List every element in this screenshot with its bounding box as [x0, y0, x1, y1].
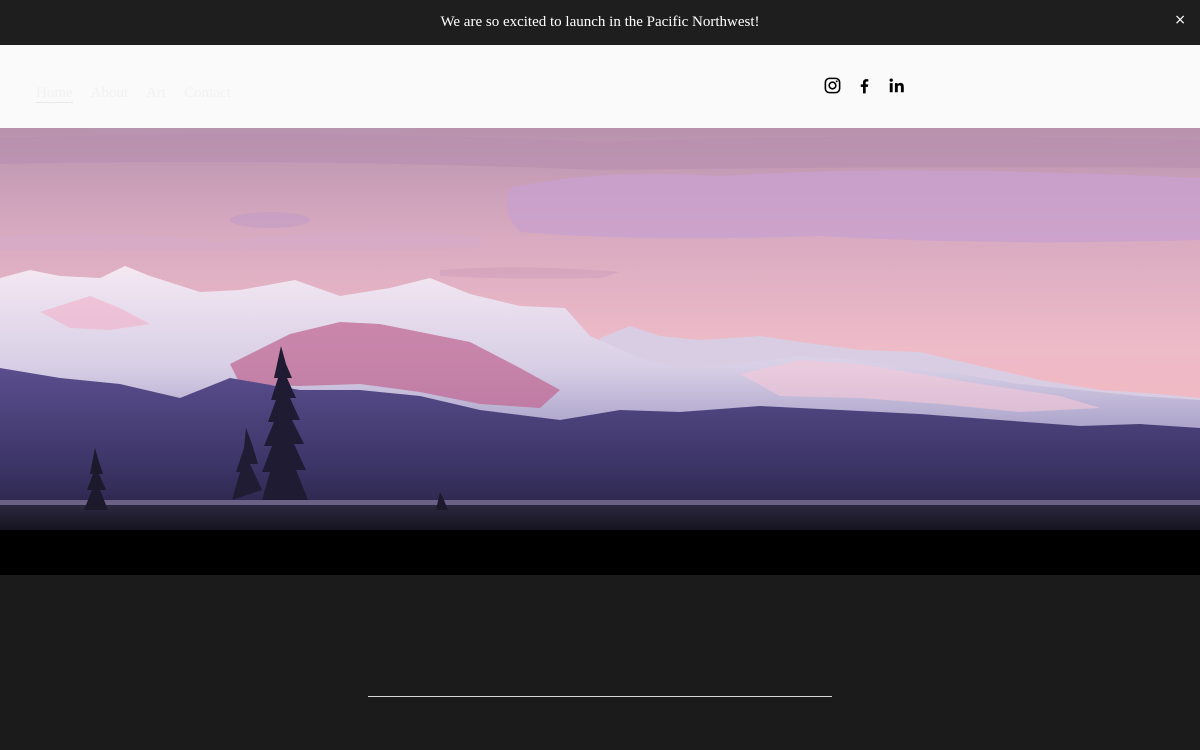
hero-bottom-band: [0, 530, 1200, 575]
linkedin-icon[interactable]: [887, 76, 906, 95]
announcement-bar: We are so excited to launch in the Pacif…: [0, 0, 1200, 45]
nav-link-art[interactable]: Art: [146, 85, 166, 103]
social-links: [823, 76, 906, 95]
instagram-icon[interactable]: [823, 76, 842, 95]
facebook-icon[interactable]: [855, 76, 874, 95]
nav-link-home[interactable]: Home: [36, 85, 73, 103]
nav-link-about[interactable]: About: [91, 85, 129, 103]
close-icon[interactable]: ×: [1174, 12, 1186, 28]
mountain-landscape: [0, 128, 1200, 530]
hero-image: [0, 128, 1200, 530]
page-content: [0, 575, 1200, 750]
site-header: Home About Art Contact: [0, 45, 1200, 128]
section-divider: [368, 696, 832, 697]
nav-link-contact[interactable]: Contact: [184, 85, 231, 103]
main-nav: Home About Art Contact: [36, 85, 231, 103]
announcement-text: We are so excited to launch in the Pacif…: [440, 14, 760, 30]
